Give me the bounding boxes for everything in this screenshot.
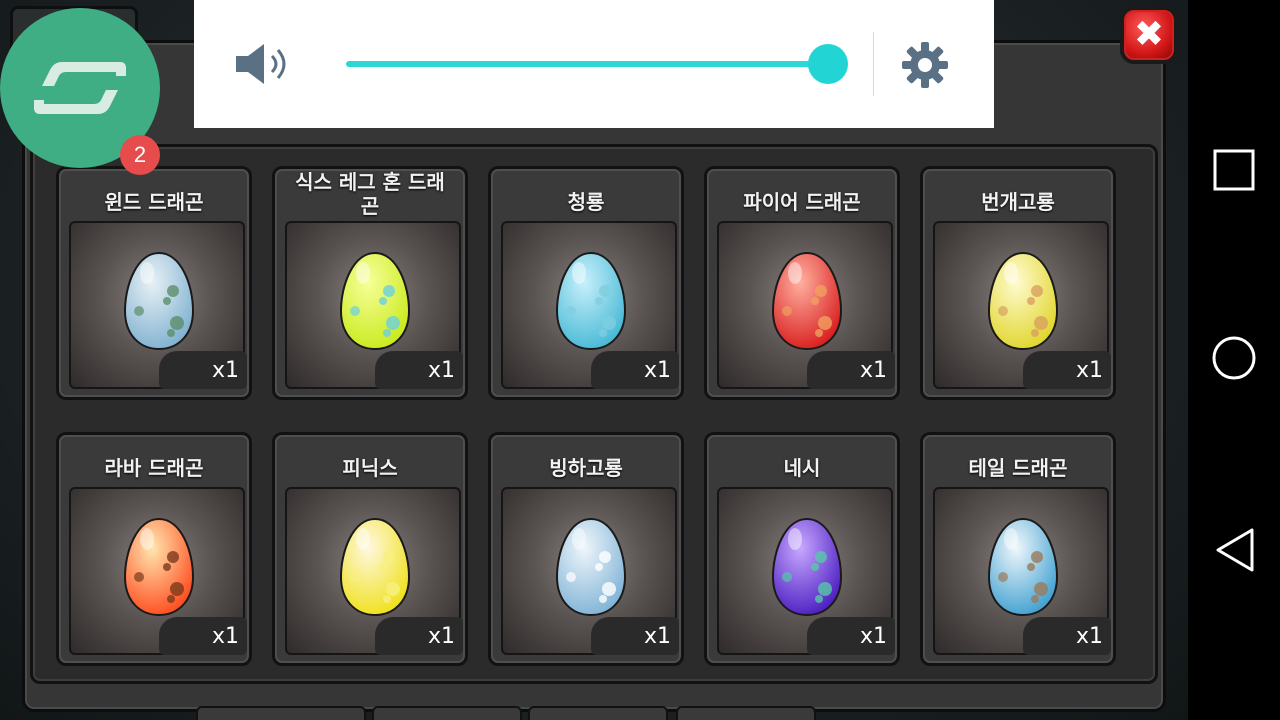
bottom-tab[interactable] — [676, 706, 816, 720]
egg-card[interactable]: 빙하고룡 x1 — [488, 432, 684, 666]
triangle-back-icon — [1216, 528, 1254, 572]
egg-quantity: x1 — [1023, 351, 1111, 389]
egg-slot: x1 — [933, 487, 1111, 655]
egg-quantity: x1 — [1023, 617, 1111, 655]
gear-icon[interactable] — [900, 40, 950, 90]
egg-quantity: x1 — [591, 351, 679, 389]
notification-badge: 2 — [120, 135, 160, 175]
egg-quantity: x1 — [807, 617, 895, 655]
egg-card[interactable]: 윈드 드래곤 x1 — [56, 166, 252, 400]
app-logo-icon — [34, 62, 126, 114]
volume-slider-track[interactable] — [346, 61, 828, 67]
dragon-egg-icon — [555, 251, 627, 351]
egg-slot: x1 — [933, 221, 1111, 389]
egg-card[interactable]: 파이어 드래곤 x1 — [704, 166, 900, 400]
bottom-tab[interactable] — [196, 706, 366, 720]
egg-card[interactable]: 네시 x1 — [704, 432, 900, 666]
divider — [873, 32, 874, 96]
egg-quantity: x1 — [807, 351, 895, 389]
egg-card[interactable]: 번개고룡 x1 — [920, 166, 1116, 400]
volume-panel — [194, 0, 994, 128]
egg-name: 라바 드래곤 — [104, 456, 204, 480]
egg-slot: x1 — [285, 487, 463, 655]
volume-slider-thumb[interactable] — [808, 44, 848, 84]
egg-slot: x1 — [501, 487, 679, 655]
close-button[interactable]: ✖ — [1120, 6, 1178, 64]
bottom-tab[interactable] — [372, 706, 522, 720]
egg-card[interactable]: 라바 드래곤 x1 — [56, 432, 252, 666]
egg-name: 테일 드래곤 — [968, 456, 1068, 480]
egg-name: 파이어 드래곤 — [743, 190, 861, 214]
dragon-egg-icon — [339, 517, 411, 617]
dragon-egg-icon — [987, 251, 1059, 351]
dragon-egg-icon — [771, 251, 843, 351]
dragon-egg-icon — [555, 517, 627, 617]
recents-button[interactable] — [1210, 146, 1258, 194]
egg-name: 번개고룡 — [981, 190, 1055, 214]
dragon-egg-icon — [771, 517, 843, 617]
egg-quantity: x1 — [375, 617, 463, 655]
egg-name: 청룡 — [567, 190, 605, 214]
egg-name: 식스 레그 혼 드래곤 — [295, 170, 445, 218]
egg-name: 피닉스 — [342, 456, 398, 480]
egg-slot: x1 — [69, 221, 247, 389]
circle-icon — [1212, 336, 1256, 380]
android-navbar — [1188, 0, 1280, 720]
egg-slot: x1 — [69, 487, 247, 655]
bottom-tabs — [0, 706, 1188, 720]
egg-card[interactable]: 청룡 x1 — [488, 166, 684, 400]
egg-quantity: x1 — [159, 351, 247, 389]
egg-slot: x1 — [717, 221, 895, 389]
egg-card[interactable]: 식스 레그 혼 드래곤 x1 — [272, 166, 468, 400]
dragon-egg-icon — [339, 251, 411, 351]
speaker-icon[interactable] — [234, 40, 294, 88]
dragon-egg-icon — [123, 251, 195, 351]
egg-quantity: x1 — [375, 351, 463, 389]
bottom-tab[interactable] — [528, 706, 668, 720]
egg-quantity: x1 — [159, 617, 247, 655]
egg-name: 네시 — [783, 456, 821, 480]
close-icon: ✖ — [1133, 14, 1165, 55]
egg-card[interactable]: 피닉스 x1 — [272, 432, 468, 666]
egg-name: 빙하고룡 — [549, 456, 623, 480]
egg-name: 윈드 드래곤 — [104, 190, 204, 214]
home-button[interactable] — [1210, 334, 1258, 382]
dragon-egg-icon — [987, 517, 1059, 617]
egg-slot: x1 — [285, 221, 463, 389]
back-button[interactable] — [1210, 526, 1258, 574]
square-icon — [1213, 149, 1255, 191]
overlay-app-bubble[interactable]: 2 — [0, 8, 160, 175]
egg-slot: x1 — [501, 221, 679, 389]
dragon-egg-icon — [123, 517, 195, 617]
egg-quantity: x1 — [591, 617, 679, 655]
egg-slot: x1 — [717, 487, 895, 655]
egg-card[interactable]: 테일 드래곤 x1 — [920, 432, 1116, 666]
